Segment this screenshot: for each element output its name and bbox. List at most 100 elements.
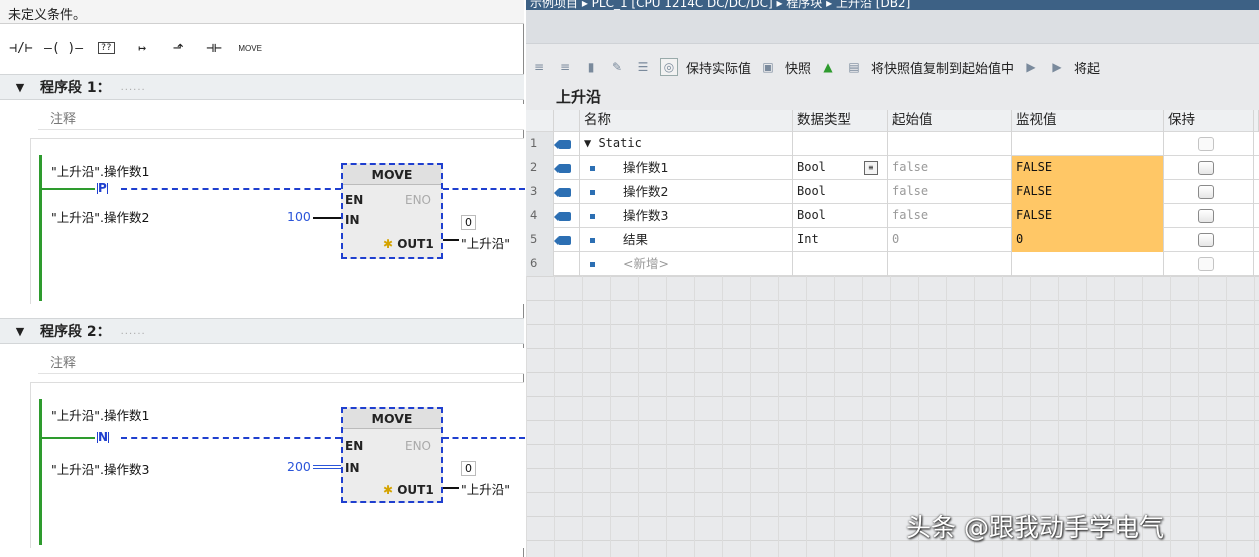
no-contact-icon[interactable]: ⊣⊢ bbox=[201, 37, 227, 59]
retain-checkbox[interactable] bbox=[1198, 209, 1214, 223]
operand-top[interactable]: "上升沿".操作数1 bbox=[51, 405, 149, 424]
load-snapshot-icon[interactable]: ▲ bbox=[819, 58, 837, 76]
row-start[interactable]: false bbox=[888, 180, 1012, 204]
operand-bottom[interactable]: "上升沿".操作数2 bbox=[51, 207, 149, 226]
network-1-comment[interactable]: 注释 bbox=[38, 104, 524, 130]
insert-row-icon[interactable]: ≡ bbox=[530, 58, 548, 76]
close-branch-icon[interactable]: ⬏ bbox=[165, 37, 191, 59]
edge-label: P bbox=[98, 181, 107, 195]
monitor-glasses-icon[interactable]: ◎ bbox=[660, 58, 678, 76]
out-operand[interactable]: "上升沿" bbox=[461, 479, 510, 498]
db-name: 上升沿 bbox=[556, 88, 602, 106]
p-edge-contact[interactable]: P bbox=[95, 181, 110, 195]
expand-arrow-icon[interactable]: ▼ bbox=[584, 136, 598, 150]
row-start bbox=[888, 252, 1012, 276]
reset-icon[interactable]: ▶ bbox=[1022, 58, 1040, 76]
row-name[interactable]: 操作数2 bbox=[623, 184, 668, 199]
col-start[interactable]: 起始值 bbox=[888, 110, 1012, 132]
retain-checkbox[interactable] bbox=[1198, 185, 1214, 199]
row-monitor bbox=[1012, 132, 1164, 156]
row-number: 3 bbox=[526, 180, 554, 204]
snapshot-icon[interactable]: ▣ bbox=[759, 58, 777, 76]
collapse-arrow-icon[interactable]: ▼ bbox=[0, 325, 40, 338]
table-row[interactable]: 5 结果 Int 0 0 bbox=[526, 228, 1259, 252]
network-1-header[interactable]: ▼ 程序段 1： ...... bbox=[0, 74, 524, 100]
datatype-picker-icon[interactable]: ≡ bbox=[863, 160, 878, 175]
col-monitor[interactable]: 监视值 bbox=[1012, 110, 1164, 132]
expand-icon[interactable]: ▮ bbox=[582, 58, 600, 76]
table-row[interactable]: 3 操作数2 Bool false FALSE bbox=[526, 180, 1259, 204]
table-row[interactable]: 1 ▼ Static bbox=[526, 132, 1259, 156]
col-datatype[interactable]: 数据类型 bbox=[793, 110, 888, 132]
row-name[interactable]: 结果 bbox=[623, 232, 648, 247]
table-row[interactable]: 6 <新增> bbox=[526, 252, 1259, 276]
network-2-header[interactable]: ▼ 程序段 2： ...... bbox=[0, 318, 524, 344]
in-value[interactable]: 200 bbox=[287, 459, 311, 474]
network-2-comment[interactable]: 注释 bbox=[38, 348, 524, 374]
snapshot-button[interactable]: 快照 bbox=[785, 58, 811, 77]
row-name[interactable]: Static bbox=[598, 136, 641, 150]
row-start[interactable]: false bbox=[888, 156, 1012, 180]
edge-label: N bbox=[98, 430, 109, 444]
condition-bar: 未定义条件。 bbox=[0, 0, 524, 24]
col-retain[interactable]: 保持 bbox=[1164, 110, 1254, 132]
table-row[interactable]: 2 操作数1 Bool ≡ false FALSE bbox=[526, 156, 1259, 180]
empty-box-icon[interactable]: ?? bbox=[93, 37, 119, 59]
network-1-rung: "上升沿".操作数1 P "上升沿".操作数2 100 MOVE EN ENO … bbox=[30, 138, 525, 304]
nc-contact-icon[interactable]: ⊣/⊢ bbox=[8, 37, 34, 59]
col-extra[interactable]: 可 bbox=[1254, 110, 1259, 132]
operand-bottom[interactable]: "上升沿".操作数3 bbox=[51, 459, 149, 478]
row-number: 2 bbox=[526, 156, 554, 180]
out-wire bbox=[443, 487, 459, 489]
edit-icon[interactable]: ✎ bbox=[608, 58, 626, 76]
element-icon bbox=[590, 262, 595, 267]
list-icon[interactable]: ☰ bbox=[634, 58, 652, 76]
copy-snapshot-button[interactable]: 将快照值复制到起始值中 bbox=[871, 58, 1014, 77]
out-operand[interactable]: "上升沿" bbox=[461, 233, 510, 252]
db-toolbar: ≡ ≡ ▮ ✎ ☰ ◎ 保持实际值 ▣ 快照 ▲ ▤ 将快照值复制到起始值中 ▶… bbox=[526, 54, 1259, 80]
retain-checkbox[interactable] bbox=[1198, 257, 1214, 271]
row-type[interactable]: Bool bbox=[793, 204, 888, 228]
row-type[interactable]: Int bbox=[793, 228, 888, 252]
col-name[interactable]: 名称 bbox=[580, 110, 793, 132]
keep-actual-button[interactable]: 保持实际值 bbox=[686, 58, 751, 77]
retain-checkbox[interactable] bbox=[1198, 137, 1214, 151]
load-icon[interactable]: ▶ bbox=[1048, 58, 1066, 76]
pin-eno: ENO bbox=[405, 439, 432, 453]
pin-en: EN bbox=[345, 193, 364, 207]
coil-icon[interactable]: –( )– bbox=[44, 37, 83, 59]
row-name[interactable]: 操作数3 bbox=[623, 208, 668, 223]
db-table: 名称 数据类型 起始值 监视值 保持 可 1 ▼ Static 2 操作数1 B… bbox=[526, 110, 1259, 557]
row-type[interactable]: Bool bbox=[793, 180, 888, 204]
row-monitor: FALSE bbox=[1012, 204, 1164, 228]
row-type[interactable]: Bool bbox=[797, 160, 826, 174]
move-instruction-icon[interactable]: MOVE bbox=[237, 37, 263, 59]
table-row[interactable]: 4 操作数3 Bool false FALSE bbox=[526, 204, 1259, 228]
wire-green bbox=[42, 437, 98, 439]
table-header: 名称 数据类型 起始值 监视值 保持 可 bbox=[526, 110, 1259, 132]
retain-checkbox[interactable] bbox=[1198, 161, 1214, 175]
tag-icon bbox=[554, 164, 571, 173]
empty-box-label: ?? bbox=[97, 42, 115, 54]
n-edge-contact[interactable]: N bbox=[95, 430, 112, 444]
operand-top[interactable]: "上升沿".操作数1 bbox=[51, 161, 149, 180]
row-name[interactable]: 操作数1 bbox=[623, 160, 668, 175]
out-value: 0 bbox=[461, 215, 476, 230]
tag-icon bbox=[554, 188, 571, 197]
row-start[interactable]: 0 bbox=[888, 228, 1012, 252]
in-value[interactable]: 100 bbox=[287, 209, 311, 224]
move-box[interactable]: MOVE EN ENO IN ✱ OUT1 bbox=[341, 163, 443, 259]
add-row-icon[interactable]: ≡ bbox=[556, 58, 574, 76]
pin-out-label: OUT1 bbox=[397, 237, 434, 251]
copy-icon[interactable]: ▤ bbox=[845, 58, 863, 76]
add-new-row[interactable]: <新增> bbox=[623, 256, 669, 271]
row-start[interactable]: false bbox=[888, 204, 1012, 228]
move-box[interactable]: MOVE EN ENO IN ✱ OUT1 bbox=[341, 407, 443, 503]
retain-checkbox[interactable] bbox=[1198, 233, 1214, 247]
collapse-arrow-icon[interactable]: ▼ bbox=[0, 81, 40, 94]
power-rail bbox=[39, 399, 42, 545]
open-branch-icon[interactable]: ↦ bbox=[129, 37, 155, 59]
network-1-title: 程序段 1： bbox=[40, 80, 111, 96]
row-number: 5 bbox=[526, 228, 554, 252]
load-start-button[interactable]: 将起 bbox=[1074, 58, 1100, 77]
